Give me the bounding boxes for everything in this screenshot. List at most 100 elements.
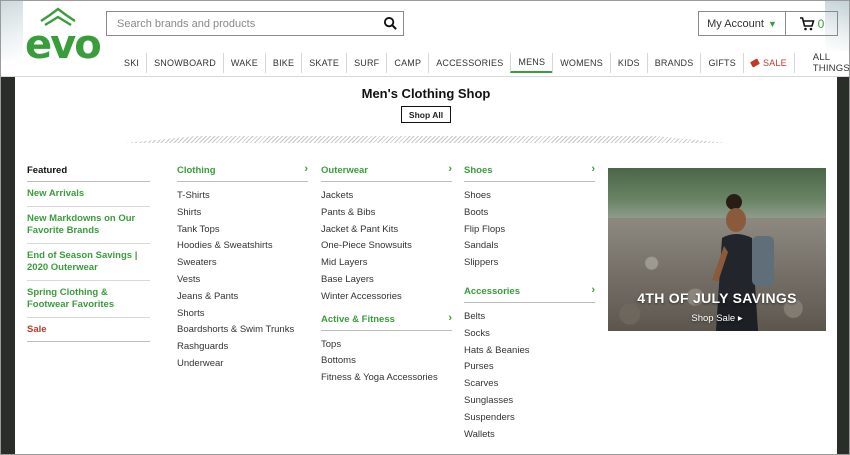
featured-link[interactable]: End of Season Savings | 2020 Outerwear	[27, 244, 150, 281]
menu-link[interactable]: Wallets	[464, 427, 595, 444]
menu-link[interactable]: Fitness & Yoga Accessories	[321, 370, 452, 387]
evo-page: evo My Account ▼ 0 SKI SNOWBOARD WAKE	[0, 0, 850, 455]
logo-wordmark: evo	[25, 22, 102, 68]
shoes-heading-label: Shoes	[464, 165, 493, 176]
menu-link[interactable]: Shorts	[177, 306, 308, 323]
search-icon[interactable]	[383, 16, 398, 31]
menu-link[interactable]: Hats & Beanies	[464, 343, 595, 360]
nav-item-camp[interactable]: CAMP	[386, 53, 428, 73]
menu-link[interactable]: Vests	[177, 272, 308, 289]
nav-item-sale[interactable]: SALE	[742, 53, 794, 73]
menu-link[interactable]: Rashguards	[177, 339, 308, 356]
menu-link[interactable]: Suspenders	[464, 410, 595, 427]
main-nav: SKI SNOWBOARD WAKE BIKE SKATE SURF CAMP …	[117, 51, 850, 75]
mens-mega-menu: Men's Clothing Shop Shop All Featured Ne…	[15, 77, 837, 454]
menu-link[interactable]: Sandals	[464, 238, 595, 255]
menu-link[interactable]: Socks	[464, 326, 595, 343]
page-background	[1, 77, 15, 454]
menu-link[interactable]: Shirts	[177, 205, 308, 222]
featured-link[interactable]: New Markdowns on Our Favorite Brands	[27, 207, 150, 244]
nav-item-bike[interactable]: BIKE	[264, 53, 301, 73]
menu-link[interactable]: Scarves	[464, 376, 595, 393]
cart-button[interactable]: 0	[786, 11, 838, 36]
nav-item-all-things-evo[interactable]: ALL THINGS evo	[793, 52, 850, 74]
shoes-heading[interactable]: Shoes ›	[464, 163, 595, 182]
nav-item-womens[interactable]: WOMENS	[552, 53, 610, 73]
chevron-right-icon: ›	[304, 163, 308, 175]
chevron-right-icon: ›	[448, 311, 452, 324]
clothing-heading[interactable]: Clothing ›	[177, 163, 308, 182]
accessories-heading[interactable]: Accessories ›	[464, 283, 595, 303]
menu-link[interactable]: Hoodies & Sweatshirts	[177, 238, 308, 255]
search-input[interactable]	[117, 16, 377, 31]
nav-item-mens[interactable]: MENS	[510, 53, 553, 73]
menu-link[interactable]: Bottoms	[321, 353, 452, 370]
menu-link[interactable]: Underwear	[177, 356, 308, 373]
menu-link[interactable]: Winter Accessories	[321, 289, 452, 306]
menu-link[interactable]: Pants & Bibs	[321, 205, 452, 222]
chevron-right-icon: ›	[448, 163, 452, 175]
my-account-button[interactable]: My Account ▼	[698, 11, 786, 36]
promo-photo-hiker	[712, 194, 774, 331]
shop-all-button[interactable]: Shop All	[401, 106, 451, 123]
chevron-right-icon: ›	[591, 283, 595, 296]
price-tag-icon	[749, 58, 760, 68]
decorative-leaf	[1, 1, 23, 61]
nav-item-surf[interactable]: SURF	[346, 53, 386, 73]
menu-link[interactable]: Jeans & Pants	[177, 289, 308, 306]
page-background	[835, 77, 849, 454]
nav-item-brands[interactable]: BRANDS	[646, 53, 701, 73]
promo-shop-sale-link[interactable]: Shop Sale ▸	[608, 313, 826, 324]
cart-count: 0	[817, 16, 825, 31]
accessories-heading-label: Accessories	[464, 285, 520, 297]
menu-link[interactable]: T-Shirts	[177, 188, 308, 205]
menu-link[interactable]: Purses	[464, 359, 595, 376]
menu-link[interactable]: One-Piece Snowsuits	[321, 238, 452, 255]
nav-item-gifts[interactable]: GIFTS	[700, 53, 743, 73]
menu-link[interactable]: Slippers	[464, 255, 595, 272]
menu-link[interactable]: Jackets	[321, 188, 452, 205]
menu-link[interactable]: Sunglasses	[464, 393, 595, 410]
all-things-label: ALL THINGS	[812, 52, 850, 74]
menu-link[interactable]: Belts	[464, 309, 595, 326]
shoes-column: Shoes › Shoes Boots Flip Flops Sandals S…	[464, 163, 595, 444]
menu-link[interactable]: Flip Flops	[464, 222, 595, 239]
featured-link[interactable]: New Arrivals	[27, 182, 150, 207]
search-box	[106, 11, 404, 36]
nav-sale-label: SALE	[762, 58, 787, 68]
promo-title: 4TH OF JULY SAVINGS	[637, 290, 797, 306]
menu-divider	[125, 136, 727, 143]
site-header: evo My Account ▼ 0 SKI SNOWBOARD WAKE	[1, 1, 850, 77]
nav-item-snowboard[interactable]: SNOWBOARD	[146, 53, 223, 73]
my-account-label: My Account	[707, 17, 764, 30]
menu-link[interactable]: Mid Layers	[321, 255, 452, 272]
nav-item-accessories[interactable]: ACCESSORIES	[428, 53, 510, 73]
promo-banner[interactable]: 4TH OF JULY SAVINGS Shop Sale ▸	[608, 168, 826, 331]
nav-item-kids[interactable]: KIDS	[609, 53, 647, 73]
featured-heading: Featured	[27, 165, 150, 182]
featured-sale-link[interactable]: Sale	[27, 318, 150, 342]
chevron-down-icon: ▼	[767, 18, 777, 29]
menu-link[interactable]: Boardshorts & Swim Trunks	[177, 322, 308, 339]
menu-title: Men's Clothing Shop	[361, 86, 491, 101]
outerwear-column: Outerwear › Jackets Pants & Bibs Jacket …	[321, 163, 452, 387]
cart-icon	[799, 16, 815, 30]
clothing-column: Clothing › T-Shirts Shirts Tank Tops Hoo…	[177, 163, 308, 373]
evo-logo[interactable]: evo	[25, 7, 102, 69]
clothing-heading-label: Clothing	[177, 165, 216, 176]
nav-item-skate[interactable]: SKATE	[301, 53, 346, 73]
menu-link[interactable]: Sweaters	[177, 255, 308, 272]
menu-link[interactable]: Tops	[321, 337, 452, 354]
outerwear-heading[interactable]: Outerwear ›	[321, 163, 452, 182]
menu-link[interactable]: Base Layers	[321, 272, 452, 289]
chevron-right-icon: ›	[591, 163, 595, 175]
featured-column: Featured New Arrivals New Markdowns on O…	[27, 165, 150, 342]
menu-link[interactable]: Jacket & Pant Kits	[321, 222, 452, 239]
menu-link[interactable]: Boots	[464, 205, 595, 222]
nav-item-wake[interactable]: WAKE	[222, 53, 265, 73]
menu-link[interactable]: Tank Tops	[177, 222, 308, 239]
active-fitness-heading[interactable]: Active & Fitness ›	[321, 311, 452, 331]
featured-link[interactable]: Spring Clothing & Footwear Favorites	[27, 281, 150, 318]
nav-item-ski[interactable]: SKI	[117, 53, 146, 73]
menu-link[interactable]: Shoes	[464, 188, 595, 205]
